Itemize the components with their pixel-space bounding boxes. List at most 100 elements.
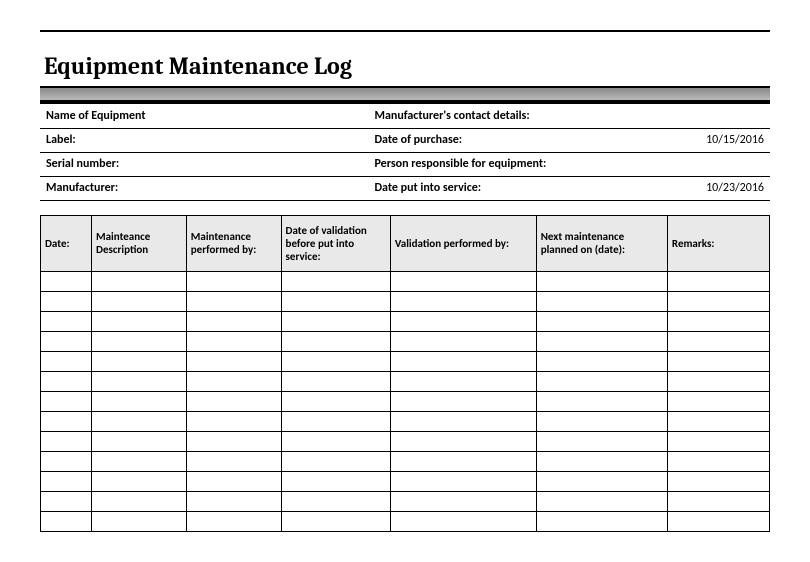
title-underline bbox=[40, 86, 770, 100]
log-cell bbox=[390, 451, 536, 471]
log-cell bbox=[41, 371, 92, 391]
log-row bbox=[41, 491, 770, 511]
log-cell bbox=[92, 511, 187, 531]
log-cell bbox=[186, 291, 281, 311]
log-cell bbox=[536, 471, 667, 491]
log-cell bbox=[667, 511, 769, 531]
log-cell bbox=[536, 271, 667, 291]
log-table: Date:Mainteance DescriptionMaintenance p… bbox=[40, 215, 770, 532]
log-cell bbox=[390, 291, 536, 311]
log-cell bbox=[667, 451, 769, 471]
log-cell bbox=[667, 271, 769, 291]
log-header: Date of validation before put into servi… bbox=[281, 215, 390, 271]
log-cell bbox=[92, 451, 187, 471]
log-cell bbox=[41, 471, 92, 491]
log-cell bbox=[390, 311, 536, 331]
log-cell bbox=[41, 331, 92, 351]
info-left-value bbox=[171, 152, 368, 176]
log-cell bbox=[281, 411, 390, 431]
log-cell bbox=[390, 411, 536, 431]
log-cell bbox=[390, 431, 536, 451]
info-right-value: 10/15/2016 bbox=[631, 128, 770, 152]
log-cell bbox=[92, 291, 187, 311]
log-cell bbox=[92, 391, 187, 411]
log-cell bbox=[536, 291, 667, 311]
log-cell bbox=[41, 511, 92, 531]
log-row bbox=[41, 331, 770, 351]
info-left-value bbox=[171, 104, 368, 128]
log-cell bbox=[92, 491, 187, 511]
log-cell bbox=[92, 311, 187, 331]
log-cell bbox=[390, 391, 536, 411]
log-cell bbox=[186, 351, 281, 371]
info-row: Name of EquipmentManufacturer's contact … bbox=[40, 104, 770, 128]
log-cell bbox=[281, 471, 390, 491]
info-right-label: Person responsible for equipment: bbox=[368, 152, 631, 176]
info-left-value bbox=[171, 128, 368, 152]
info-right-label: Date of purchase: bbox=[368, 128, 631, 152]
log-cell bbox=[667, 291, 769, 311]
log-row bbox=[41, 291, 770, 311]
info-row: Serial number:Person responsible for equ… bbox=[40, 152, 770, 176]
log-cell bbox=[41, 491, 92, 511]
log-row bbox=[41, 471, 770, 491]
log-row bbox=[41, 451, 770, 471]
log-cell bbox=[186, 271, 281, 291]
log-cell bbox=[281, 391, 390, 411]
log-row bbox=[41, 351, 770, 371]
log-cell bbox=[186, 391, 281, 411]
log-cell bbox=[281, 511, 390, 531]
log-row bbox=[41, 511, 770, 531]
log-cell bbox=[536, 431, 667, 451]
log-cell bbox=[536, 491, 667, 511]
log-header: Mainteance Description bbox=[92, 215, 187, 271]
log-cell bbox=[186, 331, 281, 351]
info-table: Name of EquipmentManufacturer's contact … bbox=[40, 104, 770, 201]
info-right-value: 10/23/2016 bbox=[631, 176, 770, 200]
log-row bbox=[41, 411, 770, 431]
log-cell bbox=[41, 311, 92, 331]
info-left-label: Name of Equipment bbox=[40, 104, 171, 128]
log-header: Validation performed by: bbox=[390, 215, 536, 271]
log-cell bbox=[536, 451, 667, 471]
log-cell bbox=[41, 391, 92, 411]
log-row bbox=[41, 371, 770, 391]
log-cell bbox=[390, 271, 536, 291]
info-right-value bbox=[631, 152, 770, 176]
log-cell bbox=[281, 271, 390, 291]
log-cell bbox=[186, 371, 281, 391]
info-left-value bbox=[171, 176, 368, 200]
log-cell bbox=[281, 371, 390, 391]
log-cell bbox=[41, 271, 92, 291]
info-row: Manufacturer:Date put into service:10/23… bbox=[40, 176, 770, 200]
log-cell bbox=[667, 331, 769, 351]
log-cell bbox=[667, 311, 769, 331]
log-cell bbox=[390, 471, 536, 491]
log-cell bbox=[390, 331, 536, 351]
log-cell bbox=[92, 471, 187, 491]
log-cell bbox=[536, 411, 667, 431]
log-cell bbox=[186, 491, 281, 511]
log-row bbox=[41, 311, 770, 331]
log-cell bbox=[536, 371, 667, 391]
log-cell bbox=[536, 331, 667, 351]
log-cell bbox=[92, 431, 187, 451]
log-cell bbox=[390, 371, 536, 391]
log-cell bbox=[390, 491, 536, 511]
log-cell bbox=[186, 471, 281, 491]
info-left-label: Label: bbox=[40, 128, 171, 152]
log-cell bbox=[667, 491, 769, 511]
log-cell bbox=[41, 431, 92, 451]
log-cell bbox=[281, 451, 390, 471]
log-cell bbox=[92, 331, 187, 351]
log-cell bbox=[281, 351, 390, 371]
log-row bbox=[41, 391, 770, 411]
info-right-value bbox=[631, 104, 770, 128]
log-cell bbox=[92, 371, 187, 391]
log-header: Remarks: bbox=[667, 215, 769, 271]
log-cell bbox=[186, 311, 281, 331]
log-cell bbox=[390, 351, 536, 371]
log-header: Maintenance performed by: bbox=[186, 215, 281, 271]
log-header: Next maintenance planned on (date): bbox=[536, 215, 667, 271]
log-cell bbox=[536, 511, 667, 531]
